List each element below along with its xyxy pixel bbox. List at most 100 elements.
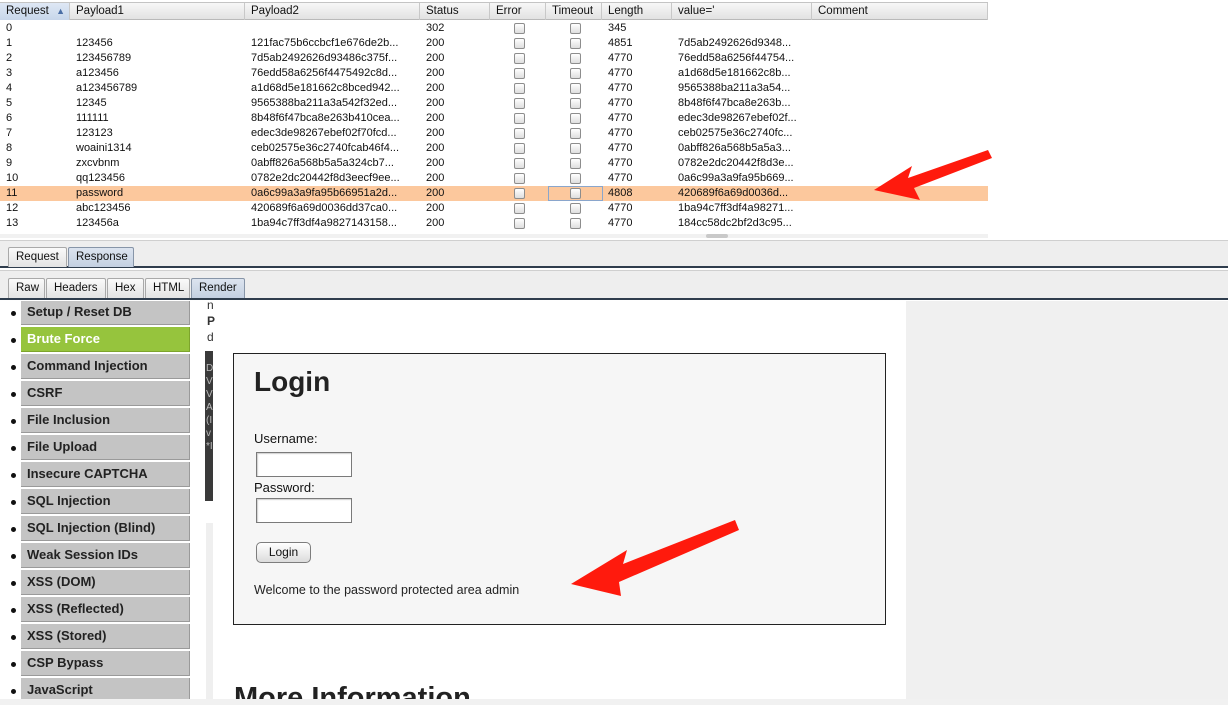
error-checkbox[interactable] — [514, 158, 525, 169]
table-cell-status: 200 — [426, 142, 445, 154]
username-input[interactable] — [256, 452, 352, 477]
table-row[interactable]: 12 abc123456 420689f6a69d0036dd37ca0... 200… — [0, 201, 988, 216]
timeout-checkbox[interactable] — [570, 68, 581, 79]
timeout-checkbox[interactable] — [570, 203, 581, 214]
table-cell-req: 12 — [6, 202, 19, 214]
table-cell-req: 1 — [6, 37, 13, 49]
timeout-checkbox[interactable] — [570, 113, 581, 124]
menu-link[interactable]: Command Injection — [21, 354, 190, 379]
menu-link[interactable]: Weak Session IDs — [21, 543, 190, 568]
table-row[interactable]: 5 12345 9565388ba211a3a542f32ed... 200 4770 8… — [0, 96, 988, 111]
column-header-status[interactable]: Status — [420, 3, 490, 20]
table-cell-status: 200 — [426, 37, 445, 49]
error-checkbox[interactable] — [514, 23, 525, 34]
error-checkbox[interactable] — [514, 143, 525, 154]
results-horizontal-scrollbar[interactable] — [0, 234, 988, 238]
render-horizontal-scrollbar[interactable] — [0, 699, 1228, 705]
column-header-payload2[interactable]: Payload2 — [245, 3, 420, 20]
menu-link[interactable]: Setup / Reset DB — [21, 301, 190, 325]
error-checkbox[interactable] — [514, 128, 525, 139]
table-cell-val: a1d68d5e181662c8b... — [678, 67, 791, 79]
timeout-checkbox[interactable] — [570, 98, 581, 109]
error-checkbox[interactable] — [514, 98, 525, 109]
table-row[interactable]: 13 123456a 1ba94c7ff3df4a9827143158... 200 4… — [0, 216, 988, 231]
column-header-timeout[interactable]: Timeout — [546, 3, 602, 20]
login-button[interactable]: Login — [256, 542, 311, 563]
table-row[interactable]: 1 123456 121fac75b6ccbcf1e676de2b... 200 485… — [0, 36, 988, 51]
table-row[interactable]: 9 zxcvbnm 0abff826a568b5a5a324cb7... 200 477… — [0, 156, 988, 171]
error-checkbox[interactable] — [514, 83, 525, 94]
timeout-checkbox[interactable] — [570, 83, 581, 94]
error-checkbox[interactable] — [514, 113, 525, 124]
table-cell-p2: 8b48f6f47bca8e263b410cea... — [251, 112, 400, 124]
error-checkbox[interactable] — [514, 173, 525, 184]
column-header-request[interactable]: Request ▲ — [0, 3, 70, 20]
timeout-checkbox[interactable] — [570, 218, 581, 229]
menu-link[interactable]: CSRF — [21, 381, 190, 406]
timeout-checkbox[interactable] — [570, 38, 581, 49]
results-table-body: 0 302 345 1 123456 121fac75b6ccbcf1e676de2b..… — [0, 21, 988, 231]
tab-response[interactable]: Response — [68, 247, 134, 267]
table-row[interactable]: 6 111111 8b48f6f47bca8e263b410cea... 200 477… — [0, 111, 988, 126]
menu-link[interactable]: XSS (DOM) — [21, 570, 190, 595]
tab-render[interactable]: Render — [191, 278, 245, 298]
tab-raw[interactable]: Raw — [8, 278, 45, 298]
menu-link[interactable]: Insecure CAPTCHA — [21, 462, 190, 487]
table-cell-status: 200 — [426, 52, 445, 64]
view-mode-tabs: Raw Headers Hex HTML Render — [0, 270, 1228, 300]
menu-link[interactable]: CSP Bypass — [21, 651, 190, 676]
sort-ascending-icon: ▲ — [56, 6, 65, 16]
menu-link[interactable]: Brute Force — [21, 327, 190, 352]
menu-link[interactable]: File Upload — [21, 435, 190, 460]
menu-link[interactable]: File Inclusion — [21, 408, 190, 433]
table-cell-p1: 123456 — [76, 37, 113, 49]
menu-link[interactable]: XSS (Reflected) — [21, 597, 190, 622]
menu-link[interactable]: XSS (Stored) — [21, 624, 190, 649]
column-header-length[interactable]: Length — [602, 3, 672, 20]
error-checkbox[interactable] — [514, 38, 525, 49]
table-row[interactable]: 2 123456789 7d5ab2492626d93486c375f... 200 4… — [0, 51, 988, 66]
table-cell-val: 8b48f6f47bca8e263b... — [678, 97, 791, 109]
table-cell-len: 4770 — [608, 97, 633, 109]
bullet-icon — [11, 446, 16, 451]
error-checkbox[interactable] — [514, 53, 525, 64]
error-checkbox[interactable] — [514, 218, 525, 229]
bullet-icon — [11, 635, 16, 640]
menu-link[interactable]: SQL Injection (Blind) — [21, 516, 190, 541]
error-checkbox[interactable] — [514, 203, 525, 214]
table-cell-p1: 12345 — [76, 97, 107, 109]
table-row[interactable]: 7 123123 edec3de98267ebef02f70fcd... 200 477… — [0, 126, 988, 141]
error-checkbox[interactable] — [514, 188, 525, 199]
timeout-checkbox[interactable] — [570, 53, 581, 64]
tab-hex[interactable]: Hex — [107, 278, 144, 298]
password-input[interactable] — [256, 498, 352, 523]
table-row[interactable]: 11 password 0a6c99a3a9fa95b66951a2d... 200 4… — [0, 186, 988, 201]
timeout-checkbox[interactable] — [570, 158, 581, 169]
bullet-icon — [11, 527, 16, 532]
timeout-checkbox[interactable] — [570, 143, 581, 154]
timeout-checkbox[interactable] — [570, 173, 581, 184]
timeout-checkbox[interactable] — [570, 23, 581, 34]
column-header-payload1[interactable]: Payload1 — [70, 3, 245, 20]
bullet-icon — [11, 662, 16, 667]
table-row[interactable]: 4 a123456789 a1d68d5e181662c8bced942... 200… — [0, 81, 988, 96]
table-cell-p1: woaini1314 — [76, 142, 132, 154]
table-row[interactable]: 10 qq123456 0782e2dc20442f8d3eecf9ee... 200… — [0, 171, 988, 186]
tab-request[interactable]: Request — [8, 247, 67, 267]
username-label: Username: — [254, 431, 318, 446]
menu-link[interactable]: SQL Injection — [21, 489, 190, 514]
tab-headers[interactable]: Headers — [46, 278, 106, 298]
table-cell-val: 0782e2dc20442f8d3e... — [678, 157, 794, 169]
timeout-checkbox[interactable] — [570, 128, 581, 139]
table-cell-val: edec3de98267ebef02f... — [678, 112, 797, 124]
bullet-icon — [11, 338, 16, 343]
table-row[interactable]: 8 woaini1314 ceb02575e36c2740fcab46f4... 20… — [0, 141, 988, 156]
column-header-comment[interactable]: Comment — [812, 3, 988, 20]
column-header-error[interactable]: Error — [490, 3, 546, 20]
table-row[interactable]: 3 a123456 76edd58a6256f4475492c8d... 200 477… — [0, 66, 988, 81]
table-cell-p2: edec3de98267ebef02f70fcd... — [251, 127, 397, 139]
error-checkbox[interactable] — [514, 68, 525, 79]
column-header-value[interactable]: value=' — [672, 3, 812, 20]
table-row[interactable]: 0 302 345 — [0, 21, 988, 36]
tab-html[interactable]: HTML — [145, 278, 190, 298]
